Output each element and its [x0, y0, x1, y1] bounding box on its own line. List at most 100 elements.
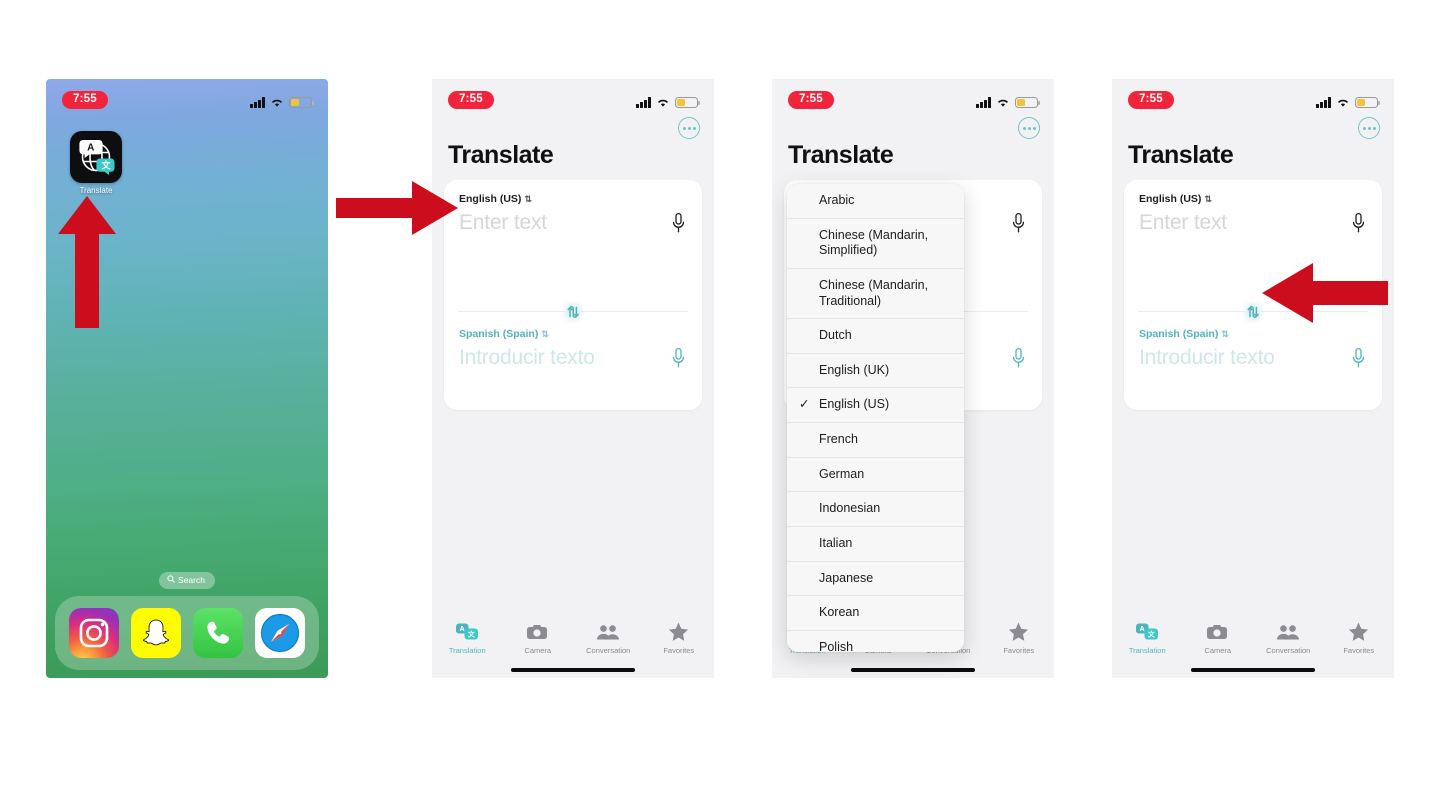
language-dropdown-menu[interactable]: Arabic Chinese (Mandarin, Simplified) Ch… [787, 184, 964, 652]
status-indicators [1316, 92, 1381, 108]
translation-card: English (US) ⇅ Enter text Spanish (Spain… [444, 180, 702, 410]
target-text-output: Introducir texto [1139, 346, 1275, 369]
language-option[interactable]: Dutch [787, 319, 964, 354]
tab-conversation-label: Conversation [586, 646, 631, 655]
battery-low-icon [675, 96, 701, 108]
tab-favorites[interactable]: Favorites [646, 621, 712, 655]
tab-favorites[interactable]: Favorites [1326, 621, 1392, 655]
status-time: 7:55 [1128, 90, 1174, 110]
home-indicator [851, 667, 975, 672]
tab-camera-label: Camera [524, 646, 552, 655]
phone-handset-icon[interactable] [193, 608, 243, 658]
language-option-label: Dutch [819, 328, 852, 343]
tab-favorites[interactable]: Favorites [986, 621, 1052, 655]
status-indicators [976, 92, 1041, 108]
star-icon [1326, 621, 1392, 643]
language-option-label: Indonesian [819, 501, 881, 516]
source-microphone-icon[interactable] [671, 212, 686, 234]
source-language-selector[interactable]: English (US) ⇅ [459, 193, 532, 205]
wifi-icon [270, 97, 284, 108]
target-language-label: Spanish (Spain) [459, 328, 539, 340]
language-option[interactable]: Japanese [787, 562, 964, 597]
more-ellipsis-icon[interactable] [1358, 117, 1380, 139]
target-text-output: Introducir texto [459, 346, 595, 369]
search-icon [167, 575, 175, 585]
cellular-bars-icon [1316, 97, 1331, 108]
wifi-icon [1336, 97, 1350, 108]
language-option-selected[interactable]: English (US) [787, 388, 964, 423]
language-option[interactable]: Arabic [787, 184, 964, 219]
language-option[interactable]: French [787, 423, 964, 458]
source-language-label: English (US) [1139, 193, 1202, 205]
star-icon [646, 621, 712, 643]
source-microphone-icon[interactable] [1351, 212, 1366, 234]
battery-low-icon [1015, 96, 1041, 108]
language-option[interactable]: Chinese (Mandarin, Simplified) [787, 219, 964, 269]
status-indicators [636, 92, 701, 108]
arrow-to-source-language [336, 181, 458, 235]
language-option[interactable]: Korean [787, 596, 964, 631]
tab-conversation[interactable]: Conversation [575, 621, 641, 655]
source-text-input[interactable]: Enter text [459, 211, 547, 235]
phone-screen-language-list: 7:55 Translate English (US) ⇅ Enter text [772, 79, 1054, 678]
status-time: 7:55 [448, 90, 494, 110]
tab-camera[interactable]: Camera [505, 621, 571, 655]
target-microphone-icon[interactable] [671, 347, 686, 369]
phone-screen-home: 7:55 A 文 Translate Search [46, 79, 328, 678]
language-option-label: German [819, 466, 865, 481]
source-microphone-icon[interactable] [1011, 212, 1026, 234]
language-option-label: English (UK) [819, 362, 890, 377]
source-language-label: English (US) [459, 193, 522, 205]
tab-camera[interactable]: Camera [1185, 621, 1251, 655]
chevron-updown-icon: ⇅ [1204, 194, 1212, 204]
home-search-label: Search [178, 575, 205, 585]
tab-translation[interactable]: A文 Translation [434, 621, 500, 655]
status-bar: 7:55 [432, 79, 714, 113]
translate-app-screen: 7:55 Translate English (US) ⇅ Enter text [1112, 79, 1394, 678]
tab-translation[interactable]: A文 Translation [1114, 621, 1180, 655]
cellular-bars-icon [636, 97, 651, 108]
svg-text:A: A [1140, 626, 1145, 633]
app-icon-translate[interactable]: A 文 Translate [64, 131, 128, 195]
tab-camera-label: Camera [1204, 646, 1232, 655]
instagram-icon[interactable] [69, 608, 119, 658]
status-bar: 7:55 [46, 79, 328, 113]
home-search-button[interactable]: Search [159, 572, 215, 589]
svg-text:文: 文 [468, 630, 476, 639]
target-language-selector[interactable]: Spanish (Spain) ⇅ [459, 328, 549, 340]
swap-languages-icon[interactable] [561, 300, 585, 324]
source-language-selector[interactable]: English (US) ⇅ [1139, 193, 1212, 205]
language-option[interactable]: German [787, 458, 964, 493]
status-indicators [250, 92, 315, 108]
target-microphone-icon[interactable] [1011, 347, 1026, 369]
tab-conversation[interactable]: Conversation [1255, 621, 1321, 655]
language-option[interactable]: Italian [787, 527, 964, 562]
language-option[interactable]: Polish [787, 631, 964, 652]
arrow-to-swap-button [1262, 263, 1388, 323]
chevron-updown-icon: ⇅ [541, 329, 549, 339]
screenshot-stage: 7:55 A 文 Translate Search 7:55 Translate… [0, 0, 1440, 810]
target-language-label: Spanish (Spain) [1139, 328, 1219, 340]
target-microphone-icon[interactable] [1351, 347, 1366, 369]
language-option[interactable]: Indonesian [787, 492, 964, 527]
tab-translation-label: Translation [1128, 646, 1166, 655]
chevron-updown-icon: ⇅ [524, 194, 532, 204]
chevron-updown-icon: ⇅ [1221, 329, 1229, 339]
tab-favorites-label: Favorites [663, 646, 695, 655]
more-ellipsis-icon[interactable] [1018, 117, 1040, 139]
arrow-to-translate-app [58, 196, 116, 328]
language-option[interactable]: Chinese (Mandarin, Traditional) [787, 269, 964, 320]
language-option-label: Chinese (Mandarin, Traditional) [819, 277, 929, 308]
source-text-input[interactable]: Enter text [1139, 211, 1227, 235]
language-option[interactable]: English (UK) [787, 354, 964, 389]
snapchat-ghost-icon[interactable] [131, 608, 181, 658]
target-language-selector[interactable]: Spanish (Spain) ⇅ [1139, 328, 1229, 340]
battery-low-icon [289, 96, 315, 108]
status-time: 7:55 [62, 90, 108, 110]
cellular-bars-icon [976, 97, 991, 108]
safari-compass-icon[interactable] [255, 608, 305, 658]
wifi-icon [996, 97, 1010, 108]
language-option-label: Korean [819, 605, 860, 620]
status-bar: 7:55 [1112, 79, 1394, 113]
more-ellipsis-icon[interactable] [678, 117, 700, 139]
